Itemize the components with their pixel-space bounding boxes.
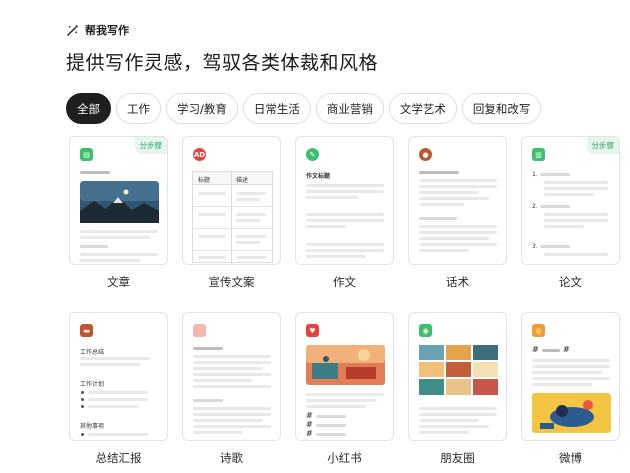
template-label-weibo: 微博 <box>559 451 582 465</box>
person-icon: ● <box>419 148 432 161</box>
feather-icon <box>193 324 206 337</box>
header: 帮我写作 提供写作灵感，驾驭各类体裁和风格 <box>66 22 378 75</box>
hashtag-icon: # <box>306 411 313 420</box>
hashtag-icon: # <box>563 345 570 354</box>
template-card-weibo[interactable]: ◎ # # <box>521 312 620 441</box>
mountain-image <box>80 181 159 223</box>
tab-daily-life[interactable]: 日常生活 <box>242 93 311 124</box>
hashtag-icon: # <box>532 345 539 354</box>
camera-icon: ◉ <box>419 324 432 337</box>
template-label-speech: 话术 <box>446 275 469 289</box>
tab-study-education[interactable]: 学习/教育 <box>166 93 238 124</box>
kicker-label: 帮我写作 <box>85 24 129 37</box>
template-label-essay: 作文 <box>333 275 356 289</box>
template-label-promo: 宣传文案 <box>208 275 255 289</box>
template-label-thesis: 论文 <box>559 275 582 289</box>
template-card-summary[interactable]: ▬ 工作总结 工作计划 其他事项 <box>69 312 168 441</box>
category-tabs: 全部 工作 学习/教育 日常生活 商业营销 文学艺术 回复和改写 <box>66 93 542 124</box>
template-card-article[interactable]: 分步骤 ▤ <box>69 136 168 265</box>
essay-title: 作文标题 <box>306 173 331 180</box>
painting-image <box>306 345 385 385</box>
illustration-image <box>532 393 611 433</box>
template-card-xiaohongshu[interactable]: ♥ # # # <box>295 312 394 441</box>
hashtag-icon: # <box>306 429 313 438</box>
tab-work[interactable]: 工作 <box>116 93 161 124</box>
briefcase-icon: ▬ <box>80 324 93 337</box>
document-icon: ▤ <box>80 148 93 161</box>
list-number: 2. <box>532 203 538 210</box>
template-label-article: 文章 <box>107 275 130 289</box>
eye-icon: ◎ <box>532 324 545 337</box>
ad-icon: AD <box>193 148 206 161</box>
writing-assistant-kicker: 帮我写作 <box>66 22 378 38</box>
table-header-desc: 描述 <box>236 177 249 184</box>
template-label-summary: 总结汇报 <box>95 451 142 465</box>
template-card-speech[interactable]: ● <box>408 136 507 265</box>
list-number: 1. <box>532 171 538 178</box>
photo-grid-image <box>419 345 498 395</box>
template-card-poem[interactable] <box>182 312 281 441</box>
magic-wand-icon <box>67 24 78 36</box>
table-header-title: 标题 <box>198 177 211 184</box>
step-badge: 分步骤 <box>586 137 619 154</box>
template-card-moments[interactable]: ◉ <box>408 312 507 441</box>
book-icon: ▥ <box>532 148 545 161</box>
tab-reply-rewrite[interactable]: 回复和改写 <box>461 93 542 124</box>
template-card-essay[interactable]: ✎ 作文标题 <box>295 136 394 265</box>
section-heading: 其他事项 <box>80 423 105 430</box>
template-label-xiaohongshu: 小红书 <box>327 451 362 465</box>
tab-all[interactable]: 全部 <box>66 93 111 124</box>
step-badge: 分步骤 <box>134 137 167 154</box>
template-label-moments: 朋友圈 <box>440 451 475 465</box>
heart-icon: ♥ <box>306 324 319 337</box>
template-card-promo[interactable]: AD 标题 描述 <box>182 136 281 265</box>
promo-table: 标题 描述 <box>192 171 273 264</box>
section-heading: 工作计划 <box>80 381 105 388</box>
template-card-thesis[interactable]: 分步骤 ▥ 1. 2. 3. <box>521 136 620 265</box>
hashtag-icon: # <box>306 420 313 429</box>
page-title: 提供写作灵感，驾驭各类体裁和风格 <box>66 52 379 74</box>
tab-business-marketing[interactable]: 商业营销 <box>315 93 384 124</box>
list-number: 3. <box>532 243 538 250</box>
tab-literature-art[interactable]: 文学艺术 <box>388 93 457 124</box>
section-heading: 工作总结 <box>80 349 105 356</box>
template-label-poem: 诗歌 <box>220 451 243 465</box>
pencil-icon: ✎ <box>306 148 319 161</box>
